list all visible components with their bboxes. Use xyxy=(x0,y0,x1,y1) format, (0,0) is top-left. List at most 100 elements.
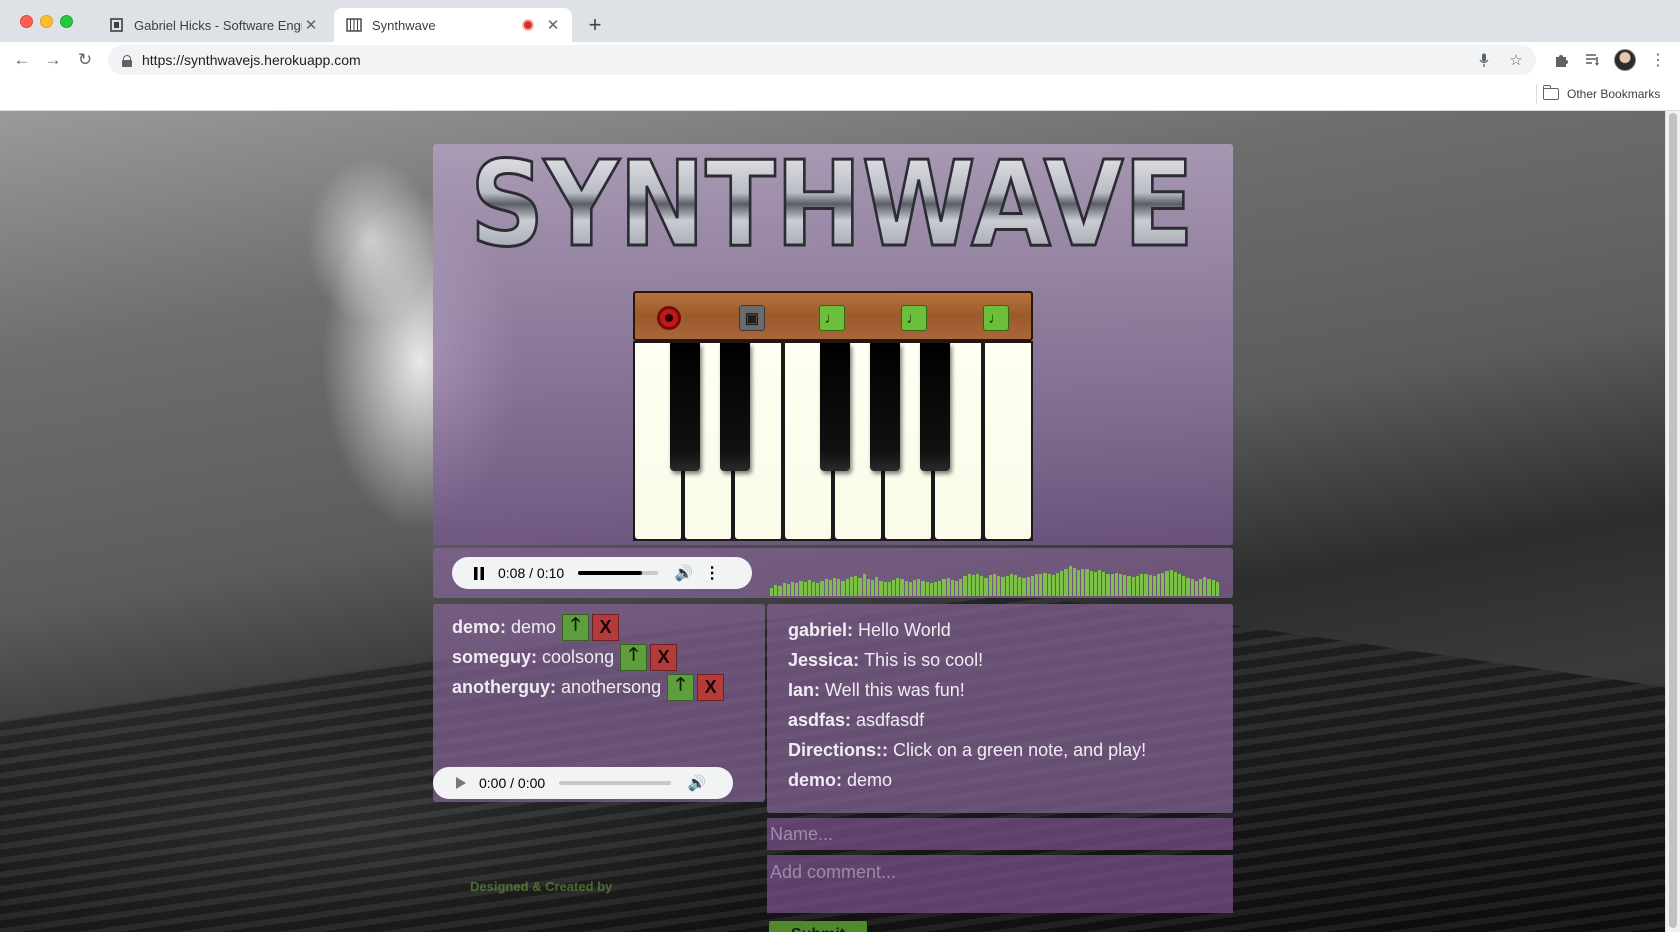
comment-item: Directions:: Click on a green note, and p… xyxy=(788,735,1233,765)
visualizer-bar xyxy=(946,578,950,596)
upvote-arrow-icon[interactable]: 🡑 xyxy=(620,643,648,671)
note-button-2[interactable]: ♩ xyxy=(901,305,927,331)
page-scrollbar[interactable] xyxy=(1665,111,1680,932)
extensions-puzzle-icon[interactable] xyxy=(1550,48,1574,72)
player-progress-bar[interactable] xyxy=(578,571,659,575)
submit-button[interactable]: Submit xyxy=(769,921,867,932)
window-zoom-button[interactable] xyxy=(60,15,73,28)
piano-black-key[interactable] xyxy=(670,343,700,471)
visualizer-bar xyxy=(1072,568,1076,596)
visualizer-bar xyxy=(799,581,803,596)
visualizer-bar xyxy=(837,579,841,596)
delete-button[interactable]: X xyxy=(697,673,725,701)
visualizer-bar xyxy=(1077,570,1081,596)
visualizer-bar xyxy=(774,585,778,596)
credits-text: Designed & Created by xyxy=(470,879,613,894)
visualizer-bar xyxy=(1127,576,1131,596)
visualizer-bar xyxy=(841,581,845,596)
tab-portfolio[interactable]: Gabriel Hicks - Software Engin ✕ xyxy=(96,8,330,42)
logo-text: SYNTHWAVE xyxy=(470,149,1194,259)
stop-button[interactable]: ▣ xyxy=(739,305,765,331)
window-close-button[interactable] xyxy=(20,15,33,28)
upvote-arrow-icon[interactable]: 🡑 xyxy=(667,673,695,701)
tab-synthwave[interactable]: Synthwave ✕ xyxy=(334,8,572,42)
visualizer-bar xyxy=(1215,582,1219,596)
record-button[interactable] xyxy=(656,305,682,331)
visualizer-bar xyxy=(891,580,896,596)
scrollbar-thumb[interactable] xyxy=(1669,113,1677,928)
pause-icon[interactable] xyxy=(468,562,490,584)
piano-black-key[interactable] xyxy=(870,343,900,471)
visualizer-bar xyxy=(1148,575,1152,596)
visualizer-bar xyxy=(1085,569,1089,596)
visualizer-bar xyxy=(971,575,976,596)
record-icon xyxy=(657,306,681,330)
visualizer-bar xyxy=(908,582,912,596)
close-icon[interactable]: ✕ xyxy=(544,16,562,34)
play-icon[interactable] xyxy=(449,772,471,794)
visualizer-bar xyxy=(1169,570,1173,596)
visualizer-bar xyxy=(1156,574,1161,596)
other-bookmarks-button[interactable]: Other Bookmarks xyxy=(1543,84,1660,104)
reload-icon[interactable]: ↻ xyxy=(73,48,97,72)
new-tab-button[interactable]: + xyxy=(582,12,608,38)
visualizer-bar xyxy=(1152,576,1156,596)
visualizer-bar xyxy=(795,583,799,596)
profile-avatar[interactable] xyxy=(1614,49,1636,71)
song-title[interactable]: anothersong xyxy=(561,677,661,698)
note-button-3[interactable]: ♩ xyxy=(983,305,1009,331)
upvote-arrow-icon[interactable]: 🡑 xyxy=(562,613,590,641)
visualizer-bar xyxy=(1047,574,1051,596)
volume-icon[interactable]: 🔊 xyxy=(674,563,694,583)
visualizer-bar xyxy=(997,576,1001,596)
window-minimize-button[interactable] xyxy=(40,15,53,28)
piano-icon xyxy=(346,17,362,33)
comment-item: gabriel: Hello World xyxy=(788,615,1233,645)
song-title[interactable]: coolsong xyxy=(542,647,614,668)
piano-black-key[interactable] xyxy=(720,343,750,471)
url-text[interactable]: https://synthwavejs.herokuapp.com xyxy=(142,52,1472,68)
browser-toolbar: ← → ↻ https://synthwavejs.herokuapp.com … xyxy=(0,42,1680,78)
back-arrow-icon[interactable]: ← xyxy=(10,48,34,72)
song-author: someguy: xyxy=(452,646,538,667)
visualizer-bar xyxy=(858,578,862,596)
visualizer-bar xyxy=(791,582,795,596)
visualizer-bar xyxy=(845,579,849,596)
microphone-icon[interactable] xyxy=(1472,48,1496,72)
visualizer-bar xyxy=(1013,575,1018,596)
main-audio-player[interactable]: 0:08 / 0:10 🔊 ⋮ xyxy=(452,557,752,589)
note-button-1[interactable]: ♩ xyxy=(819,305,845,331)
visualizer-bar xyxy=(1207,579,1211,596)
delete-button[interactable]: X xyxy=(592,613,620,641)
star-icon[interactable]: ☆ xyxy=(1504,48,1528,72)
song-author: anotherguy: xyxy=(452,676,557,697)
volume-icon[interactable]: 🔊 xyxy=(687,773,707,793)
close-icon[interactable]: ✕ xyxy=(302,16,320,34)
visualizer-bar xyxy=(1173,572,1177,596)
comment-input[interactable]: Add comment... xyxy=(767,855,1233,913)
song-audio-player[interactable]: 0:00 / 0:00 🔊 xyxy=(433,767,733,799)
piano-black-key[interactable] xyxy=(920,343,950,471)
visualizer-bar xyxy=(1018,577,1022,596)
player-time: 0:08 / 0:10 xyxy=(498,565,565,581)
song-title[interactable]: demo xyxy=(511,617,556,638)
reading-list-icon[interactable] xyxy=(1581,48,1605,72)
player-progress-bar[interactable] xyxy=(559,781,672,785)
comment-author: Ian: xyxy=(788,679,821,700)
delete-button[interactable]: X xyxy=(650,643,678,671)
visualizer-bar xyxy=(963,576,967,596)
name-input[interactable]: Name... xyxy=(767,818,1233,850)
visualizer-bar xyxy=(1009,574,1013,596)
bookmarks-bar: Other Bookmarks xyxy=(0,78,1680,111)
piano-black-key[interactable] xyxy=(820,343,850,471)
player-progress-fill xyxy=(578,571,643,575)
menu-kebab-icon[interactable]: ⋮ xyxy=(1646,48,1670,72)
address-bar[interactable]: https://synthwavejs.herokuapp.com ☆ xyxy=(108,45,1536,75)
piano-white-key[interactable] xyxy=(985,343,1031,539)
visualizer-bar xyxy=(883,582,887,596)
visualizer-bar xyxy=(887,582,891,596)
visualizer-bar xyxy=(1135,576,1140,596)
forward-arrow-icon[interactable]: → xyxy=(41,48,65,72)
more-options-icon[interactable]: ⋮ xyxy=(704,563,720,583)
visualizer-bar xyxy=(862,574,866,596)
